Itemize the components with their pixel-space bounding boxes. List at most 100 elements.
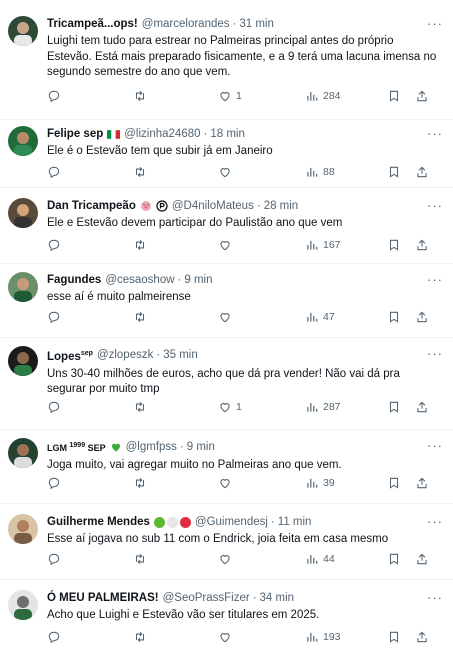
retweet-button[interactable] <box>133 238 147 252</box>
like-icon <box>218 400 232 414</box>
display-name[interactable]: Tricampeã...ops! <box>47 16 138 32</box>
bookmark-button[interactable] <box>387 476 401 490</box>
views-button[interactable]: 284 <box>305 89 341 103</box>
tweet[interactable]: Lopessep @zlopeszk · 35 min ··· Uns 30-4… <box>0 338 453 430</box>
like-button[interactable]: 1 <box>218 400 242 414</box>
tweet[interactable]: Dan Tricampeão @D4niloMateus · 28 min ··… <box>0 188 453 264</box>
views-button[interactable]: 39 <box>305 476 335 490</box>
timestamp[interactable]: 18 min <box>210 126 245 142</box>
avatar[interactable] <box>8 16 38 46</box>
timestamp[interactable]: 9 min <box>184 272 212 288</box>
like-button[interactable] <box>218 476 232 490</box>
views-button[interactable]: 88 <box>305 165 335 179</box>
more-icon[interactable]: ··· <box>427 514 443 530</box>
retweet-button[interactable] <box>133 89 151 103</box>
more-icon[interactable]: ··· <box>427 438 443 454</box>
retweet-button[interactable] <box>133 630 147 644</box>
timestamp[interactable]: 31 min <box>239 16 274 32</box>
share-button[interactable] <box>415 476 429 490</box>
reply-button[interactable] <box>47 238 61 252</box>
timestamp[interactable]: 34 min <box>260 590 295 606</box>
username[interactable]: @Guimendesj <box>195 514 268 530</box>
views-button[interactable]: 167 <box>305 238 341 252</box>
timestamp[interactable]: 28 min <box>264 198 299 214</box>
bookmark-button[interactable] <box>387 630 401 644</box>
bookmark-button[interactable] <box>387 310 401 324</box>
like-button[interactable] <box>218 630 232 644</box>
reply-icon <box>47 552 61 566</box>
avatar[interactable] <box>8 198 38 228</box>
username[interactable]: @marcelorandes <box>142 16 230 32</box>
reply-button[interactable] <box>47 476 61 490</box>
username[interactable]: @lizinha24680 <box>124 126 200 142</box>
bookmark-button[interactable] <box>387 165 401 179</box>
display-name[interactable]: Guilherme Mendes <box>47 514 150 530</box>
display-name[interactable]: Dan Tricampeão <box>47 198 136 214</box>
display-name[interactable]: Ó MEU PALMEIRAS! <box>47 590 159 606</box>
like-button[interactable] <box>218 310 232 324</box>
views-button[interactable]: 47 <box>305 310 335 324</box>
views-button[interactable]: 44 <box>305 552 335 566</box>
username[interactable]: @SeoPrassFizer <box>163 590 250 606</box>
display-name[interactable]: LGM 1999 SEP <box>47 438 106 456</box>
bookmark-button[interactable] <box>387 89 401 103</box>
display-name[interactable]: Lopessep <box>47 346 93 365</box>
bookmark-button[interactable] <box>387 238 401 252</box>
username[interactable]: @D4niloMateus <box>172 198 254 214</box>
retweet-button[interactable] <box>133 310 147 324</box>
retweet-button[interactable] <box>133 400 147 414</box>
share-button[interactable] <box>415 310 429 324</box>
more-icon[interactable]: ··· <box>427 126 443 142</box>
separator-dot: · <box>270 516 275 528</box>
reply-button[interactable] <box>47 310 61 324</box>
bookmark-button[interactable] <box>387 552 401 566</box>
retweet-button[interactable] <box>133 552 147 566</box>
display-name[interactable]: Fagundes <box>47 272 101 288</box>
share-button[interactable] <box>415 165 429 179</box>
tweet[interactable]: Fagundes @cesaoshow · 9 min ··· esse aí … <box>0 264 453 338</box>
timestamp[interactable]: 9 min <box>187 439 215 455</box>
tweet[interactable]: LGM 1999 SEP @lgmfpss · 9 min ··· Joga m… <box>0 430 453 504</box>
avatar[interactable] <box>8 590 38 620</box>
more-icon[interactable]: ··· <box>427 272 443 288</box>
retweet-button[interactable] <box>133 476 147 490</box>
bookmark-button[interactable] <box>387 400 401 414</box>
share-button[interactable] <box>415 630 429 644</box>
like-button[interactable] <box>218 238 232 252</box>
more-icon[interactable]: ··· <box>427 346 443 362</box>
reply-button[interactable] <box>47 165 61 179</box>
more-icon[interactable]: ··· <box>427 590 443 606</box>
like-button[interactable]: 1 <box>218 89 242 103</box>
retweet-button[interactable] <box>133 165 147 179</box>
tweet[interactable]: Ó MEU PALMEIRAS! @SeoPrassFizer · 34 min… <box>0 580 453 655</box>
reply-button[interactable] <box>47 552 61 566</box>
avatar[interactable] <box>8 272 38 302</box>
share-button[interactable] <box>415 89 429 103</box>
username[interactable]: @zlopeszk <box>97 347 153 363</box>
more-icon[interactable]: ··· <box>427 16 443 32</box>
share-button[interactable] <box>415 238 429 252</box>
timestamp[interactable]: 11 min <box>278 514 312 530</box>
timestamp[interactable]: 35 min <box>163 347 198 363</box>
more-icon[interactable]: ··· <box>427 198 443 214</box>
avatar[interactable] <box>8 438 38 468</box>
reply-button[interactable] <box>47 400 61 414</box>
tweet-text: Uns 30-40 milhões de euros, acho que dá … <box>47 367 400 396</box>
reply-button[interactable] <box>47 630 61 644</box>
reply-button[interactable] <box>47 89 65 103</box>
username[interactable]: @cesaoshow <box>105 272 174 288</box>
tweet[interactable]: Felipe sep @lizinha24680 · 18 min ··· El… <box>0 120 453 188</box>
views-button[interactable]: 287 <box>305 400 341 414</box>
tweet[interactable]: Tricampeã...ops! @marcelorandes · 31 min… <box>0 0 453 120</box>
tweet[interactable]: Guilherme Mendes @Guimendesj · 11 min ··… <box>0 504 453 580</box>
username[interactable]: @lgmfpss <box>126 439 177 455</box>
like-button[interactable] <box>218 165 232 179</box>
views-button[interactable]: 193 <box>305 630 341 644</box>
display-name[interactable]: Felipe sep <box>47 126 103 142</box>
avatar[interactable] <box>8 126 38 156</box>
avatar[interactable] <box>8 514 38 544</box>
share-button[interactable] <box>415 400 429 414</box>
like-button[interactable] <box>218 552 232 566</box>
avatar[interactable] <box>8 346 38 376</box>
share-button[interactable] <box>415 552 429 566</box>
